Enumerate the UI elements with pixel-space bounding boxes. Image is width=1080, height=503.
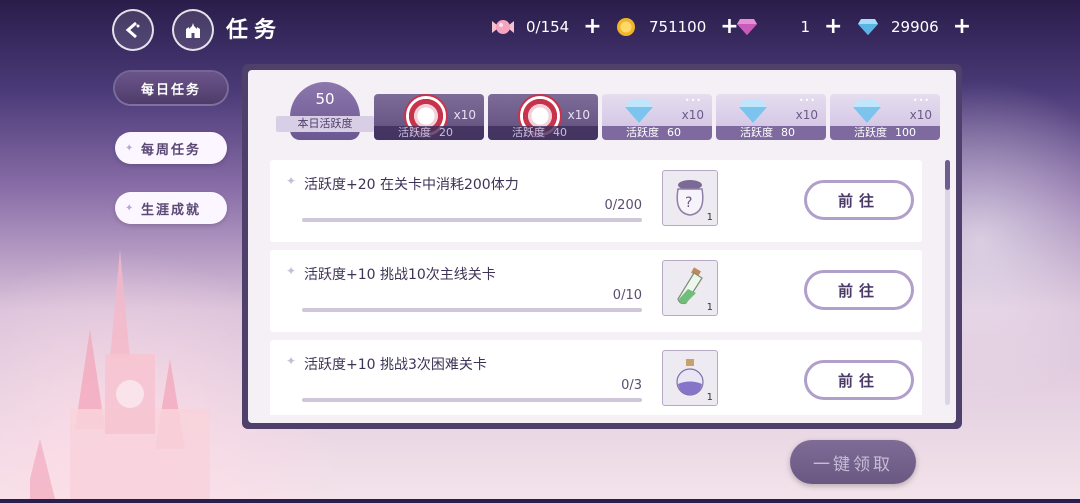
currency-value: 29906: [891, 18, 939, 36]
potion-flask-icon: [676, 359, 704, 396]
task-list: 活跃度+20 在关卡中消耗200体力 0/200 ? 1 前往 活跃度+10 挑…: [270, 160, 930, 415]
task-row: 活跃度+10 挑战3次困难关卡 0/3 1 前往: [270, 340, 922, 415]
task-title: 活跃度+10 挑战10次主线关卡: [286, 264, 496, 284]
activity-score-badge: 50 本日活跃度: [270, 82, 380, 146]
tab-label: 生涯成就: [140, 202, 201, 218]
go-button[interactable]: 前往: [804, 360, 914, 400]
dots-icon: •••: [798, 96, 816, 105]
top-bar: 任务 0/154 + 751100 + 1 + 29906 +: [0, 0, 1080, 58]
tier-quantity: x10: [567, 108, 590, 122]
tab-weekly-tasks[interactable]: ✦ 每周任务: [115, 132, 227, 164]
candy-icon: [490, 16, 516, 38]
currency-pink-diamond: 1 +: [734, 14, 842, 40]
tab-label: 每周任务: [140, 142, 201, 158]
activity-tier-80[interactable]: ••• x10 活跃度 80: [716, 94, 826, 140]
activity-tier-20[interactable]: x10 活跃度 20: [374, 94, 484, 140]
reward-count: 1: [706, 212, 713, 223]
back-button[interactable]: [112, 9, 154, 51]
tier-label: 活跃度 40: [488, 126, 598, 140]
back-arrow-icon: [125, 21, 140, 39]
activity-score-label: 本日活跃度: [276, 116, 374, 132]
tab-label: 每日任务: [140, 82, 201, 98]
task-progress-bar: [302, 218, 642, 222]
task-panel: 50 本日活跃度 x10 活跃度 20 x10 活跃度 40 ••• x10 活跃度…: [242, 64, 962, 429]
task-list-scrollbar[interactable]: [945, 160, 950, 405]
activity-tier-100[interactable]: ••• x10 活跃度 100: [830, 94, 940, 140]
go-button[interactable]: 前往: [804, 270, 914, 310]
svg-text:?: ?: [685, 195, 692, 211]
reward-count: 1: [706, 302, 713, 313]
mystery-bag-icon: ?: [676, 180, 704, 216]
reward-count: 1: [706, 392, 713, 403]
tier-quantity: x10: [681, 108, 704, 122]
castle-illustration: [25, 209, 250, 499]
blue-diamond-icon: [855, 16, 881, 38]
task-reward-item[interactable]: 1: [662, 350, 718, 406]
tier-quantity: x10: [453, 108, 476, 122]
task-row: 活跃度+20 在关卡中消耗200体力 0/200 ? 1 前往: [270, 160, 922, 242]
dots-icon: •••: [684, 96, 702, 105]
potion-vial-icon: [677, 267, 703, 305]
currency-value: 0/154: [526, 18, 570, 36]
castle-home-icon: [186, 23, 200, 38]
currency-candy: 0/154 +: [490, 14, 602, 40]
home-button[interactable]: [172, 9, 214, 51]
task-progress-bar: [302, 398, 642, 402]
pink-diamond-icon: [734, 16, 760, 38]
blue-diamond-icon: [625, 100, 653, 123]
task-progress-text: 0/10: [612, 288, 642, 303]
task-progress-text: 0/200: [604, 198, 642, 213]
sparkle-icon: ✦: [125, 202, 136, 214]
activity-score: 50: [315, 90, 335, 108]
scroll-thumb[interactable]: [945, 160, 950, 190]
add-candy-button[interactable]: +: [583, 16, 601, 38]
page-title: 任务: [226, 18, 283, 43]
task-row: 活跃度+10 挑战10次主线关卡 0/10 1 前往: [270, 250, 922, 332]
task-reward-item[interactable]: ? 1: [662, 170, 718, 226]
task-title: 活跃度+20 在关卡中消耗200体力: [286, 174, 519, 194]
activity-tier-60[interactable]: ••• x10 活跃度 60: [602, 94, 712, 140]
blue-diamond-icon: [739, 100, 767, 123]
task-progress-text: 0/3: [621, 378, 642, 393]
tier-label: 活跃度 60: [602, 126, 712, 140]
sparkle-icon: ✦: [125, 142, 136, 154]
tier-label: 活跃度 80: [716, 126, 826, 140]
blue-diamond-icon: [853, 100, 881, 123]
task-panel-inner: 50 本日活跃度 x10 活跃度 20 x10 活跃度 40 ••• x10 活跃度…: [248, 70, 956, 423]
dots-icon: •••: [912, 96, 930, 105]
currency-value: 751100: [649, 18, 707, 36]
go-button[interactable]: 前往: [804, 180, 914, 220]
tab-career-achievements[interactable]: ✦ 生涯成就: [115, 192, 227, 224]
claim-all-button[interactable]: 一键领取: [790, 440, 916, 484]
currency-value: 1: [800, 18, 810, 36]
tier-label: 活跃度 20: [374, 126, 484, 140]
activity-reward-track: 50 本日活跃度 x10 活跃度 20 x10 活跃度 40 ••• x10 活跃度…: [270, 82, 946, 140]
tier-label: 活跃度 100: [830, 126, 940, 140]
tab-daily-tasks[interactable]: 每日任务: [115, 72, 227, 104]
task-progress-bar: [302, 308, 642, 312]
task-title: 活跃度+10 挑战3次困难关卡: [286, 354, 487, 374]
add-pink-diamond-button[interactable]: +: [824, 16, 842, 38]
tier-quantity: x10: [909, 108, 932, 122]
gold-coin-icon: [613, 16, 639, 38]
task-reward-item[interactable]: 1: [662, 260, 718, 316]
activity-tier-40[interactable]: x10 活跃度 40: [488, 94, 598, 140]
currency-gold: 751100 +: [613, 14, 739, 40]
add-blue-diamond-button[interactable]: +: [953, 16, 971, 38]
tier-quantity: x10: [795, 108, 818, 122]
currency-blue-diamond: 29906 +: [855, 14, 971, 40]
